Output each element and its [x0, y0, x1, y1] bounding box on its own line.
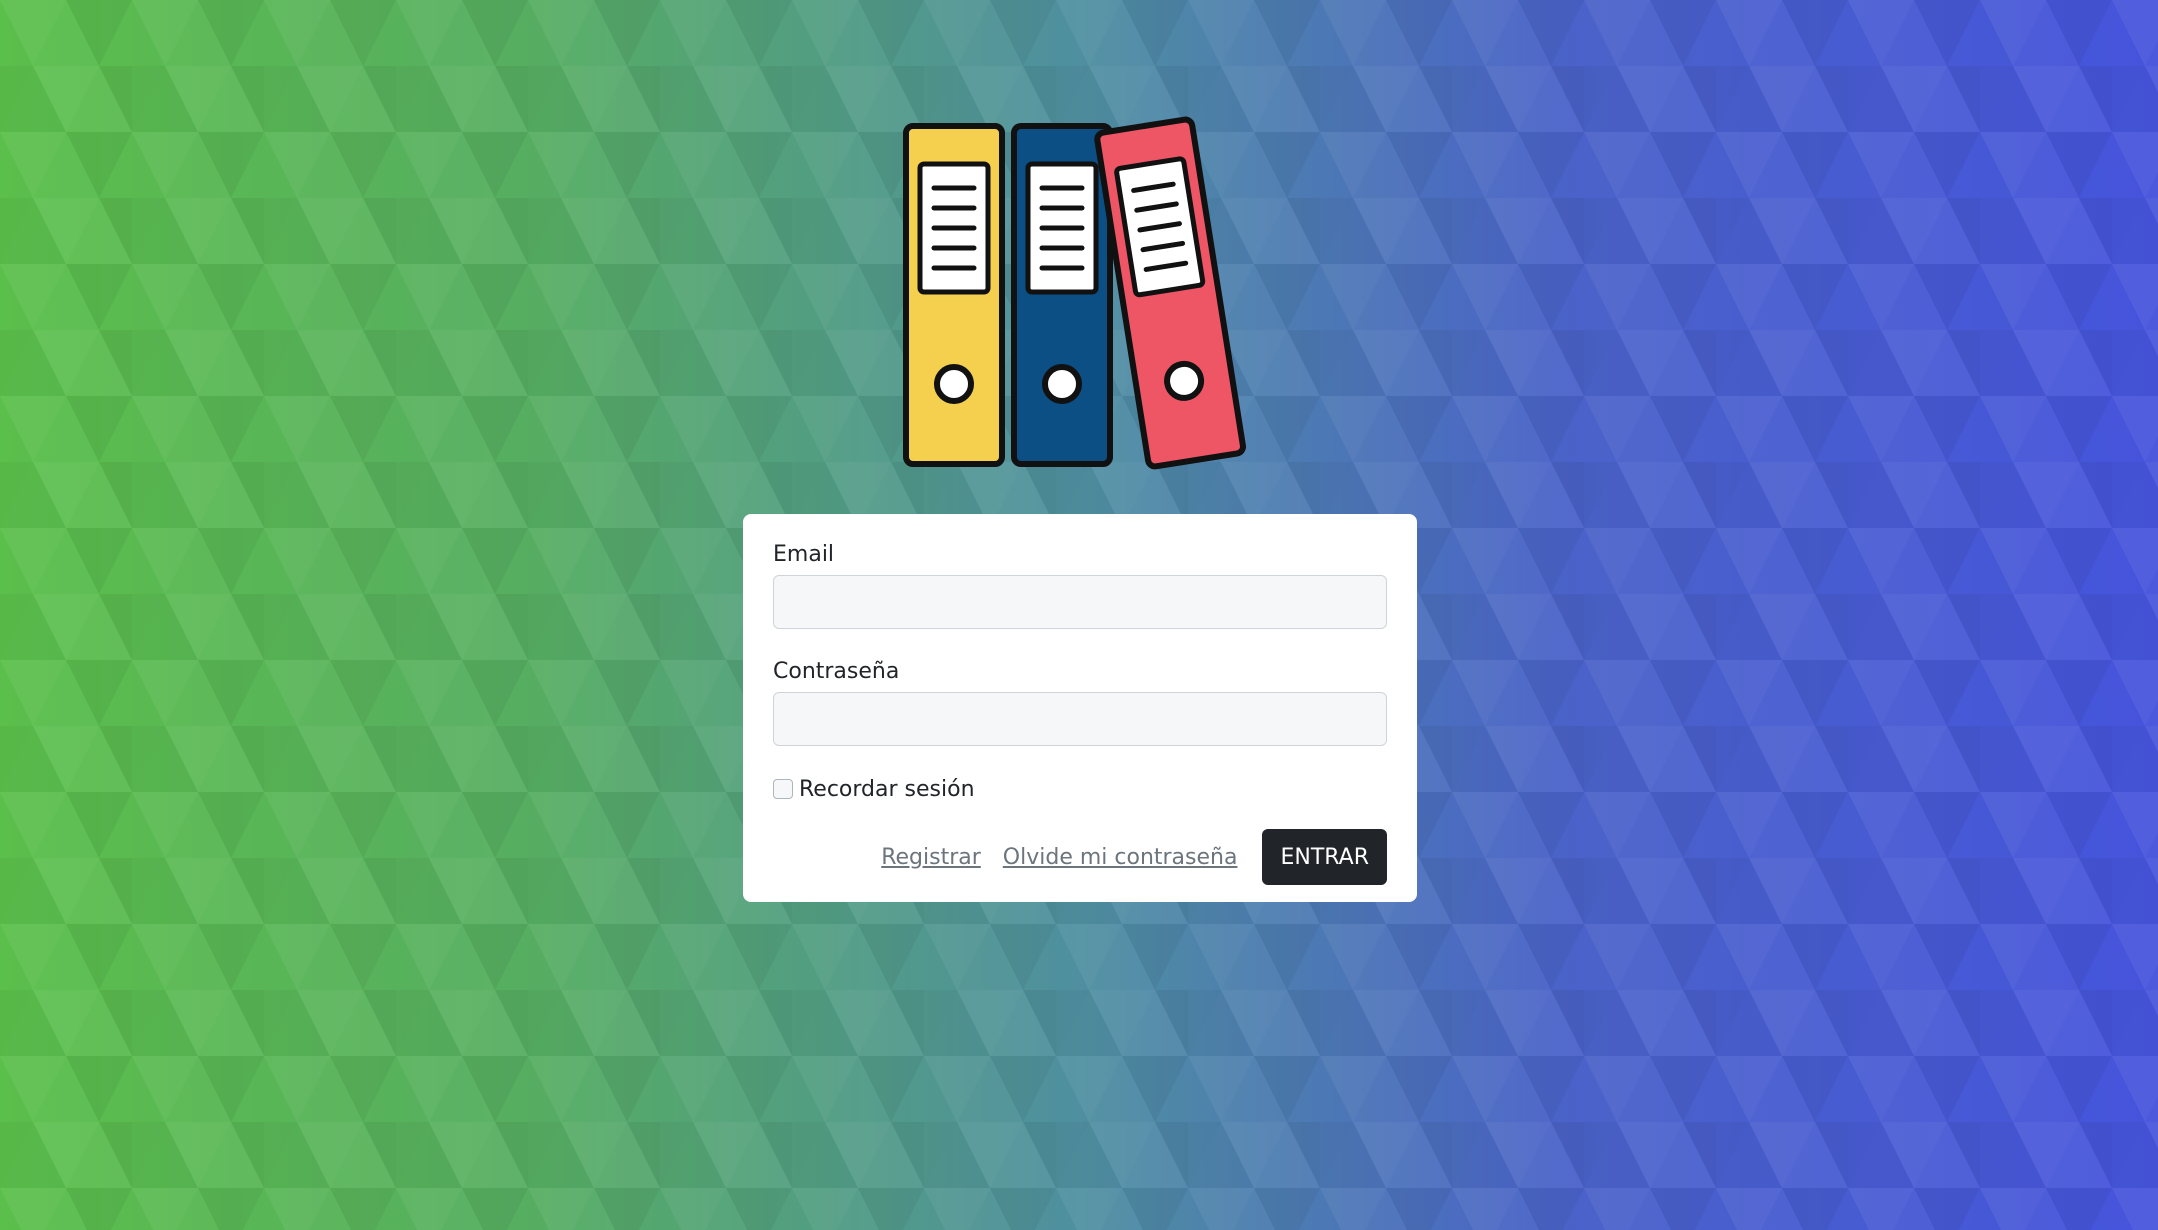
red-binder-icon	[1094, 116, 1246, 470]
login-form: Email Contraseña Recordar sesión Registr…	[743, 514, 1417, 902]
password-field[interactable]	[773, 692, 1387, 746]
password-label: Contraseña	[773, 659, 900, 684]
email-field[interactable]	[773, 575, 1387, 629]
blue-binder-icon	[1011, 123, 1113, 467]
email-label: Email	[773, 542, 835, 567]
yellow-binder-icon	[903, 123, 1005, 467]
remember-session-checkbox[interactable]	[773, 779, 793, 799]
login-button[interactable]: ENTRAR	[1262, 829, 1387, 885]
remember-session-label[interactable]: Recordar sesión	[799, 777, 975, 802]
form-actions: Registrar Olvide mi contraseña ENTRAR	[773, 829, 1387, 885]
forgot-password-link[interactable]: Olvide mi contraseña	[1003, 845, 1238, 870]
register-link[interactable]: Registrar	[881, 845, 981, 870]
remember-session-row: Recordar sesión	[773, 774, 1387, 804]
binders-logo	[903, 116, 1246, 470]
